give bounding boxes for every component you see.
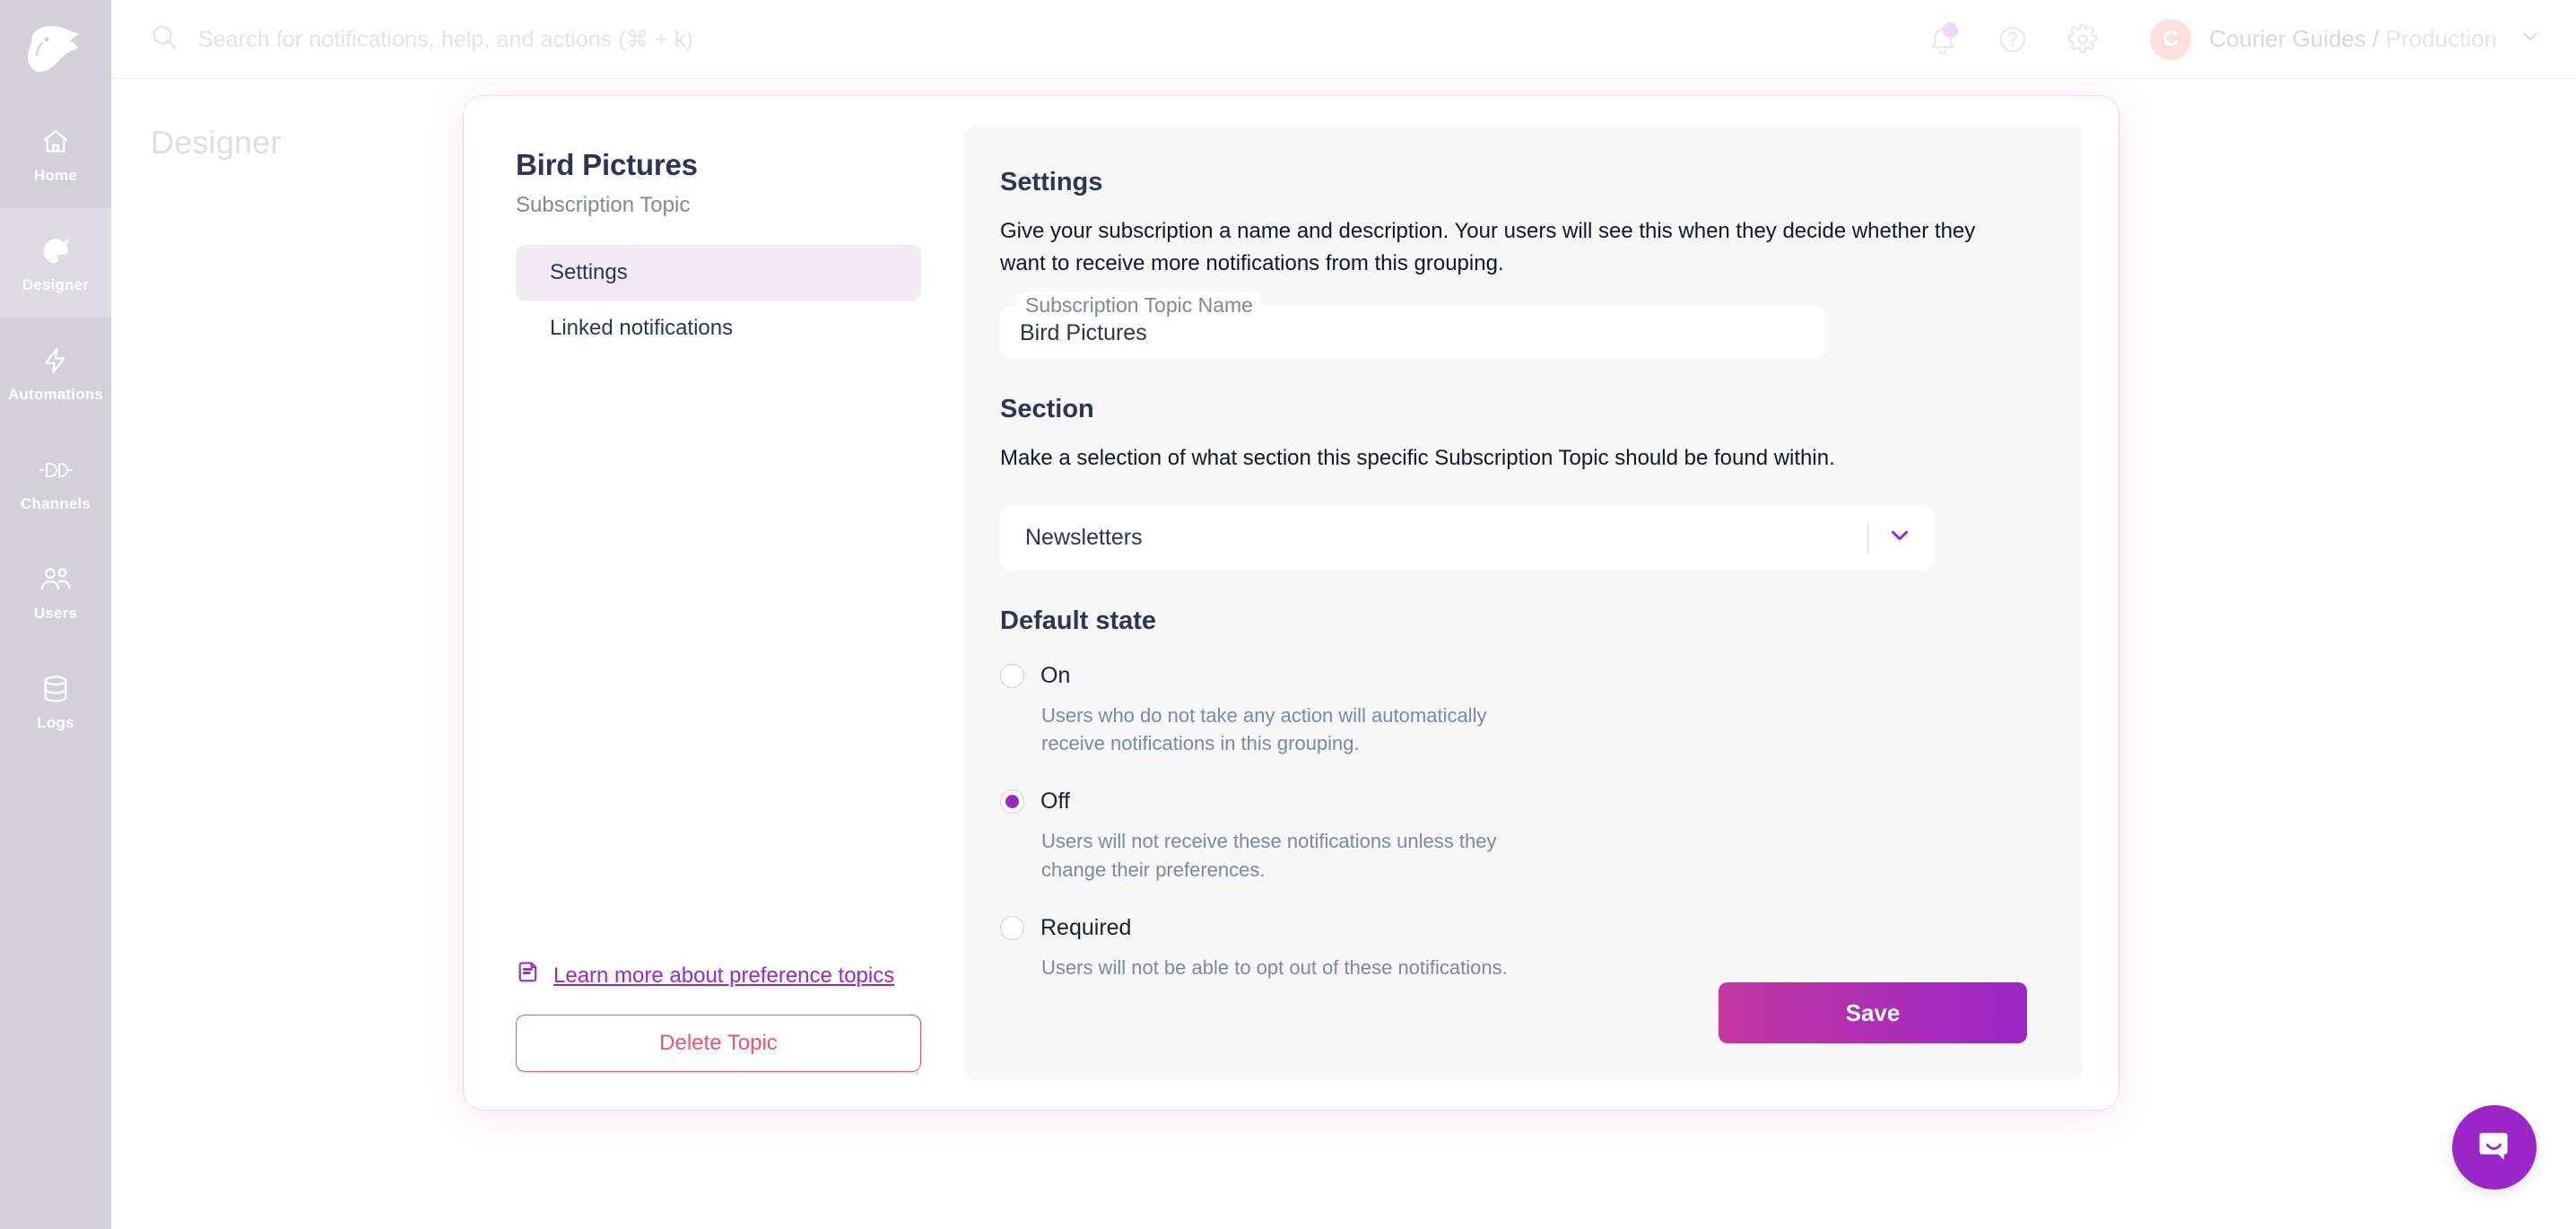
radio-label: Required	[1040, 915, 1132, 941]
section-select-value: Newsletters	[1025, 525, 1143, 551]
radio-label: On	[1040, 662, 1071, 688]
section-description: Make a selection of what section this sp…	[1000, 446, 1835, 471]
plug-icon	[36, 452, 75, 488]
radio-option-required[interactable]: Required	[1000, 915, 2032, 941]
account-switcher[interactable]: C Courier Guides / Production	[2150, 18, 2542, 60]
section-block: Section Make a selection of what section…	[1000, 395, 2032, 571]
help-button[interactable]	[1992, 19, 2033, 60]
radio-group-on: On Users who do not take any action will…	[1000, 663, 2032, 759]
sidebar-item-label: Designer	[22, 276, 90, 293]
radio-option-off[interactable]: Off	[1000, 789, 2032, 815]
radio-help-text: Users will not receive these notificatio…	[1041, 830, 1497, 882]
learn-more-link[interactable]: Learn more about preference topics	[516, 960, 948, 991]
settings-description: Give your subscription a name and descri…	[1000, 219, 1976, 276]
topbar-actions: C Courier Guides / Production	[1922, 18, 2576, 60]
radio-help-text: Users who do not take any action will au…	[1041, 703, 1487, 755]
avatar: C	[2150, 18, 2192, 60]
search-input[interactable]: Search for notifications, help, and acti…	[198, 26, 693, 53]
account-environment: Production	[2385, 25, 2497, 52]
search-icon	[150, 22, 178, 56]
radio-group-off: Off Users will not receive these notific…	[1000, 789, 2032, 885]
topic-tablist: Settings Linked notifications	[516, 245, 948, 356]
tab-linked-notifications[interactable]: Linked notifications	[516, 301, 921, 356]
notification-badge	[1943, 22, 1959, 38]
topic-editor-card: Bird Pictures Subscription Topic Setting…	[464, 96, 2119, 1110]
settings-button[interactable]	[2062, 19, 2103, 60]
users-icon	[36, 562, 75, 597]
default-state-block: Default state On Users who do not take a…	[1000, 606, 2032, 982]
section-heading: Section	[1000, 395, 1094, 424]
sidebar-item-automations[interactable]: Automations	[0, 318, 111, 427]
sidebar-item-users[interactable]: Users	[0, 536, 111, 646]
account-separator: /	[2366, 25, 2386, 52]
topic-sidebar-footer: Learn more about preference topics Delet…	[516, 960, 948, 1072]
save-button[interactable]: Save	[1719, 982, 2027, 1043]
palette-icon	[36, 233, 75, 269]
subscription-topic-name-field[interactable]: Subscription Topic Name Bird Pictures	[1000, 291, 1825, 360]
database-icon	[36, 671, 75, 707]
radio-icon[interactable]	[1000, 789, 1024, 815]
topic-sidebar: Bird Pictures Subscription Topic Setting…	[464, 96, 948, 1110]
chevron-down-icon	[1886, 522, 1913, 553]
tab-label: Settings	[550, 260, 628, 284]
sidebar-item-home[interactable]: Home	[0, 99, 111, 208]
courier-bird-logo[interactable]	[0, 0, 111, 99]
notifications-button[interactable]	[1922, 19, 1963, 60]
sidebar-item-label: Logs	[37, 714, 74, 731]
account-name: Courier Guides	[2209, 25, 2367, 52]
radio-group-required: Required Users will not be able to opt o…	[1000, 915, 2032, 982]
tab-label: Linked notifications	[550, 316, 734, 340]
topic-type-label: Subscription Topic	[516, 193, 691, 217]
sidebar-item-logs[interactable]: Logs	[0, 646, 111, 755]
radio-icon[interactable]	[1000, 916, 1024, 941]
default-state-heading: Default state	[1000, 606, 1157, 635]
lightning-icon	[36, 343, 75, 379]
topic-name-heading: Bird Pictures	[516, 148, 698, 181]
settings-heading: Settings	[1000, 168, 1103, 196]
chevron-down-icon	[2519, 25, 2542, 53]
tab-settings[interactable]: Settings	[516, 245, 921, 301]
sidebar-item-label: Home	[33, 167, 78, 184]
default-state-radiogroup: On Users who do not take any action will…	[1000, 663, 2032, 982]
sidebar-item-channels[interactable]: Channels	[0, 427, 111, 536]
section-select[interactable]: Newsletters	[1000, 505, 1935, 571]
topic-settings-pane: Settings Give your subscription a name a…	[948, 96, 2119, 1110]
sidebar-item-label: Users	[33, 605, 78, 622]
account-label: Courier Guides / Production	[2209, 25, 2497, 53]
main-region: Search for notifications, help, and acti…	[111, 0, 2576, 1229]
radio-label: Off	[1040, 789, 1070, 815]
page-title: Designer	[151, 124, 282, 161]
sidebar: Home Designer Automations Channels Users…	[0, 0, 111, 1229]
radio-option-on[interactable]: On	[1000, 663, 2032, 689]
topbar: Search for notifications, help, and acti…	[111, 0, 2576, 79]
home-icon	[36, 124, 75, 160]
page-body: Designer Bird Pictures Subscription Topi…	[111, 79, 2576, 1229]
settings-actions: Save	[1000, 982, 2032, 1043]
delete-topic-button[interactable]: Delete Topic	[516, 1015, 921, 1072]
chat-bubble-icon	[2474, 1125, 2515, 1171]
radio-icon[interactable]	[1000, 663, 1024, 688]
sidebar-item-designer[interactable]: Designer	[0, 208, 111, 318]
sidebar-item-label: Automations	[7, 386, 104, 403]
intercom-launcher[interactable]	[2452, 1105, 2537, 1190]
learn-more-label: Learn more about preference topics	[553, 963, 895, 988]
settings-panel: Settings Give your subscription a name a…	[964, 125, 2083, 1081]
select-divider	[1867, 522, 1868, 553]
app-root: Home Designer Automations Channels Users…	[0, 0, 2576, 1229]
radio-help-text: Users will not be able to opt out of the…	[1041, 956, 1508, 980]
global-search[interactable]: Search for notifications, help, and acti…	[111, 22, 1922, 56]
field-value[interactable]: Bird Pictures	[1020, 320, 1147, 346]
field-label: Subscription Topic Name	[1018, 291, 1260, 319]
document-icon	[516, 960, 541, 991]
sidebar-item-label: Channels	[20, 495, 91, 512]
